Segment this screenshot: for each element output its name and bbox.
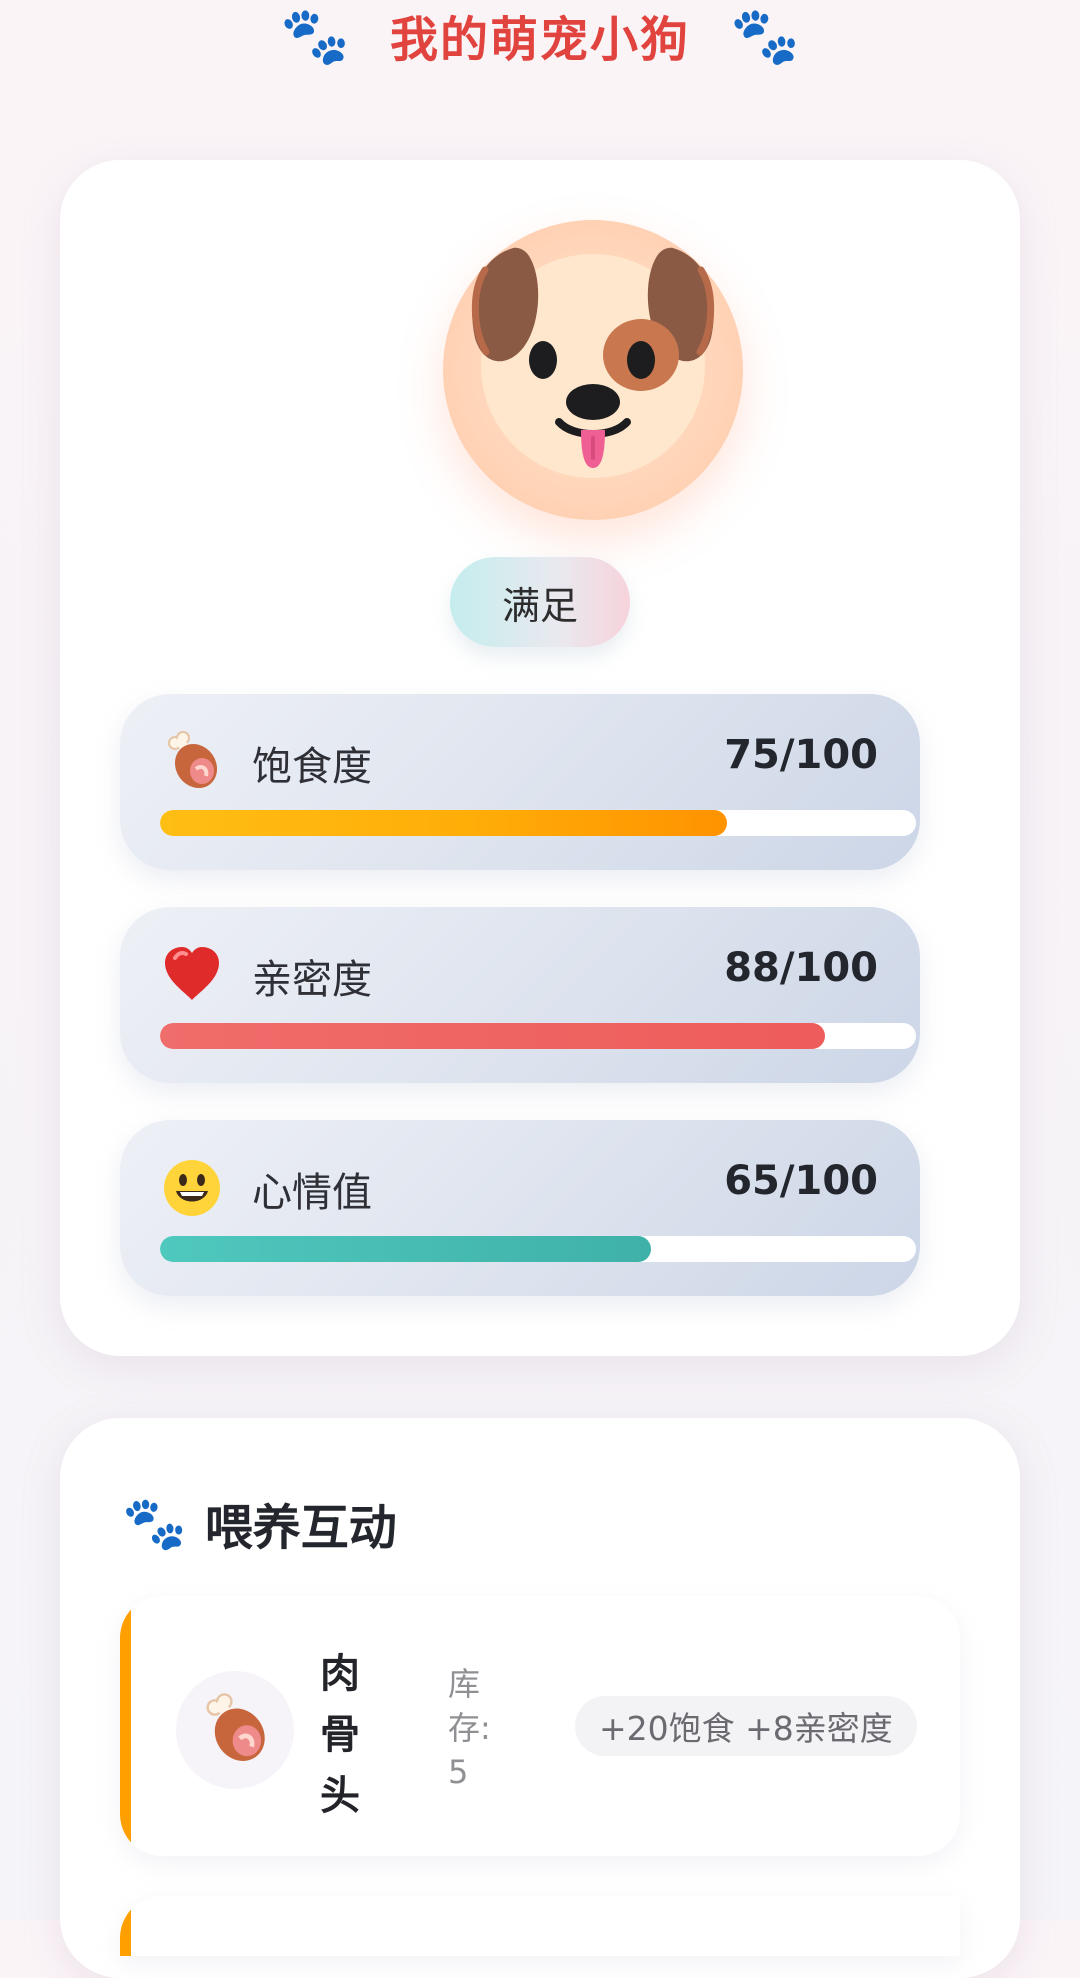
meat-on-bone-icon — [168, 731, 218, 789]
progress-track — [160, 1023, 916, 1049]
stat-intimacy: 亲密度 88/100 — [120, 907, 920, 1083]
feed-interaction-card: 🐾 喂养互动 肉骨头 库存: 5 +20饱食 +8亲密度 — [60, 1418, 1020, 1978]
next-food-item-peek[interactable] — [120, 1896, 960, 1956]
food-icon-bubble — [176, 1671, 294, 1789]
smiling-face-icon — [164, 1160, 220, 1216]
stat-label: 饱食度 — [252, 744, 372, 790]
food-item-bone[interactable]: 肉骨头 库存: 5 +20饱食 +8亲密度 — [120, 1596, 960, 1856]
stat-value: 75/100 — [724, 732, 878, 778]
paw-icon: 🐾 — [122, 1493, 187, 1554]
stat-label: 亲密度 — [252, 957, 372, 1003]
progress-fill — [160, 1236, 652, 1262]
stat-label: 心情值 — [252, 1170, 372, 1216]
page-title: 我的萌宠小狗 — [389, 12, 690, 68]
progress-fill — [160, 1023, 826, 1049]
page-header: 🐾 我的萌宠小狗 🐾 — [0, 0, 1080, 70]
food-effect-badge: +20饱食 +8亲密度 — [575, 1696, 917, 1756]
stat-mood: 心情值 65/100 — [120, 1120, 920, 1296]
mood-badge: 满足 — [450, 557, 630, 647]
heart-icon — [165, 947, 219, 1000]
progress-fill — [160, 810, 727, 836]
paw-icon: 🐾 — [280, 4, 350, 69]
dog-face-icon — [471, 247, 715, 478]
food-name: 肉骨头 — [320, 1651, 360, 1819]
paw-icon: 🐾 — [730, 4, 800, 69]
stat-satiety: 饱食度 75/100 — [120, 694, 920, 870]
stat-value: 88/100 — [724, 945, 878, 991]
section-title: 🐾 喂养互动 — [122, 1488, 397, 1558]
progress-track — [160, 810, 916, 836]
food-stock: 库存: 5 — [448, 1665, 491, 1791]
pet-status-card: 满足 饱食度 75/100 亲密度 88/100 心情值 65/100 — [60, 160, 1020, 1356]
stat-value: 65/100 — [724, 1158, 878, 1204]
dog-avatar[interactable] — [433, 210, 753, 530]
meat-on-bone-icon — [206, 1693, 265, 1761]
progress-track — [160, 1236, 916, 1262]
section-title-text: 喂养互动 — [204, 1500, 397, 1556]
